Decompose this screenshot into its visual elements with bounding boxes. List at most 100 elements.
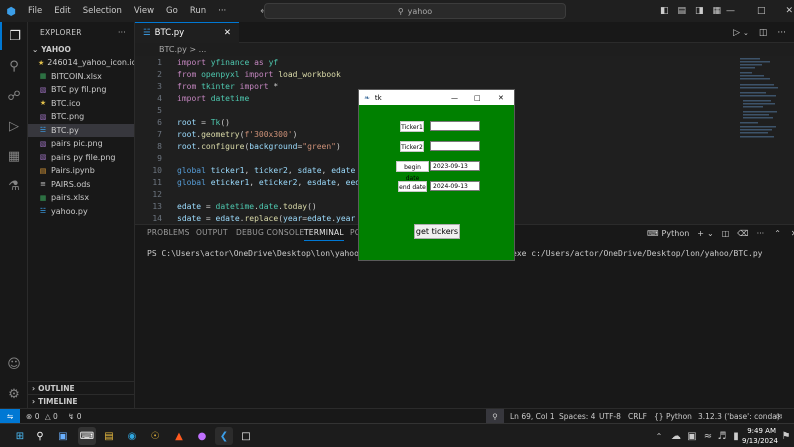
document-app-icon[interactable]: □ bbox=[237, 427, 255, 445]
minimap[interactable] bbox=[735, 56, 794, 224]
menu-edit[interactable]: Edit bbox=[48, 0, 76, 22]
app-icon[interactable]: ● bbox=[193, 427, 211, 445]
split-terminal-icon[interactable]: ◫ bbox=[722, 229, 730, 238]
file-item[interactable]: ☱ yahoo.py bbox=[28, 205, 134, 219]
source-control-icon[interactable]: ☍ bbox=[0, 82, 28, 110]
kill-terminal-icon[interactable]: ⌫ bbox=[737, 229, 748, 238]
tk-title-bar[interactable]: ❧ tk — □ ✕ bbox=[359, 90, 514, 105]
toggle-secondary-sidebar-icon[interactable]: ◨ bbox=[695, 6, 704, 16]
folder-yahoo[interactable]: ⌄ YAHOO bbox=[28, 42, 134, 56]
edge-browser-icon[interactable]: ◉ bbox=[123, 427, 141, 445]
account-icon[interactable]: ☺ bbox=[0, 350, 28, 378]
breadcrumb[interactable]: BTC.py > ... bbox=[135, 43, 735, 56]
run-debug-icon[interactable]: ▷ bbox=[0, 112, 28, 140]
begin-date-entry[interactable]: 2023-09-13 bbox=[430, 161, 480, 171]
terminal-dropdown-icon[interactable]: ⌄ bbox=[707, 229, 714, 238]
split-editor-icon[interactable]: ◫ bbox=[759, 28, 768, 38]
notification-bell-icon[interactable]: ⚑ bbox=[777, 427, 794, 445]
more-actions-icon[interactable]: ··· bbox=[118, 28, 126, 37]
tray-overflow-icon[interactable]: ⌃ bbox=[650, 427, 668, 445]
line-ending[interactable]: CRLF bbox=[628, 409, 647, 424]
ticker1-entry[interactable] bbox=[430, 121, 480, 131]
file-item[interactable]: ▤ Pairs.ipynb bbox=[28, 164, 134, 178]
run-dropdown-icon[interactable]: ⌄ bbox=[743, 29, 749, 37]
windows-start-icon[interactable]: ⊞ bbox=[11, 427, 29, 445]
extensions-icon[interactable]: ▦ bbox=[0, 142, 28, 170]
language-mode[interactable]: {} Python bbox=[654, 409, 692, 424]
menu-run[interactable]: Run bbox=[184, 0, 212, 22]
notifications-icon[interactable]: ✉ bbox=[776, 409, 782, 424]
timeline-section[interactable]: › TIMELINE bbox=[28, 394, 135, 407]
terminal-output-left[interactable]: PS C:\Users\actor\OneDrive\Desktop\lon\y… bbox=[147, 249, 373, 258]
terminal-shell-label[interactable]: Python bbox=[662, 229, 690, 238]
command-center-search[interactable]: ⚲ yahoo bbox=[264, 3, 566, 19]
code-text: root.geometry(f'300x300') bbox=[177, 130, 298, 139]
menu-more[interactable]: ··· bbox=[212, 0, 232, 22]
toggle-panel-icon[interactable]: ▤ bbox=[678, 6, 687, 16]
indentation[interactable]: Spaces: 4 bbox=[559, 409, 595, 424]
tk-maximize-icon[interactable]: □ bbox=[474, 94, 481, 102]
file-item[interactable]: ★ 246014_yahoo_icon.ico bbox=[28, 56, 134, 70]
end-date-entry[interactable]: 2024-09-13 bbox=[430, 181, 480, 191]
search-icon[interactable]: ⚲ bbox=[0, 52, 28, 80]
file-explorer-icon[interactable]: ▤ bbox=[100, 427, 118, 445]
terminal-app-icon[interactable]: ⌨ bbox=[78, 427, 96, 445]
ticker2-entry[interactable] bbox=[430, 141, 480, 151]
file-item[interactable]: ▧ BTC.png bbox=[28, 110, 134, 124]
file-item[interactable]: ▧ BTC py fil.png bbox=[28, 83, 134, 97]
vscode-taskbar-icon[interactable]: ❮ bbox=[215, 427, 233, 445]
cursor-position[interactable]: Ln 69, Col 1 bbox=[510, 409, 555, 424]
explorer-icon[interactable]: ❐ bbox=[0, 22, 28, 50]
tab-problems[interactable]: PROBLEMS bbox=[147, 225, 190, 241]
file-item[interactable]: ▦ pairs.xlsx bbox=[28, 191, 134, 205]
close-icon[interactable]: ✕ bbox=[786, 6, 794, 16]
tab-debug-console[interactable]: DEBUG CONSOLE bbox=[236, 225, 304, 241]
menu-selection[interactable]: Selection bbox=[77, 0, 128, 22]
menu-go[interactable]: Go bbox=[160, 0, 184, 22]
line-number: 2 bbox=[157, 70, 162, 79]
more-actions-icon[interactable]: ··· bbox=[777, 28, 786, 38]
terminal-output-right[interactable]: exe c:/Users/actor/OneDrive/Desktop/lon/… bbox=[512, 249, 762, 258]
code-line[interactable]: 1 import yfinance as yf bbox=[135, 57, 735, 69]
tab-terminal[interactable]: TERMINAL bbox=[304, 225, 344, 241]
remote-icon[interactable]: ⇋ bbox=[0, 409, 20, 424]
more-actions-icon[interactable]: ··· bbox=[757, 229, 765, 238]
new-terminal-icon[interactable]: + bbox=[697, 229, 704, 238]
python-interpreter[interactable]: 3.12.3 ('base': conda) bbox=[698, 409, 780, 424]
file-item[interactable]: ▧ pairs py file.png bbox=[28, 151, 134, 165]
clock-time: 9:49 AM bbox=[747, 427, 776, 435]
tab-btc-py[interactable]: ☱ BTC.py ✕ bbox=[135, 22, 239, 43]
ports-status[interactable]: ↯ 0 bbox=[68, 409, 81, 424]
tk-close-icon[interactable]: ✕ bbox=[498, 94, 504, 102]
file-item[interactable]: ▧ pairs pic.png bbox=[28, 137, 134, 151]
search-icon[interactable]: ⚲ bbox=[31, 427, 49, 445]
chrome-browser-icon[interactable]: ☉ bbox=[146, 427, 164, 445]
menu-file[interactable]: File bbox=[22, 0, 48, 22]
customize-layout-icon[interactable]: ▦ bbox=[713, 6, 722, 16]
file-item[interactable]: ★ BTC.ico bbox=[28, 97, 134, 111]
tk-minimize-icon[interactable]: — bbox=[451, 94, 458, 102]
encoding[interactable]: UTF-8 bbox=[599, 409, 621, 424]
settings-gear-icon[interactable]: ⚙ bbox=[0, 380, 28, 408]
file-item[interactable]: ≡ PAIRS.ods bbox=[28, 178, 134, 192]
zoom-icon[interactable]: ⚲ bbox=[486, 409, 504, 424]
tab-output[interactable]: OUTPUT bbox=[196, 225, 228, 241]
testing-icon[interactable]: ⚗ bbox=[0, 172, 28, 200]
menu-view[interactable]: View bbox=[128, 0, 160, 22]
clock[interactable]: 9:49 AM 9/13/2024 bbox=[742, 426, 778, 446]
problems-status[interactable]: ⊗ 0 △ 0 bbox=[26, 409, 58, 424]
brave-browser-icon[interactable]: ▲ bbox=[170, 427, 188, 445]
close-tab-icon[interactable]: ✕ bbox=[224, 28, 231, 38]
toggle-sidebar-icon[interactable]: ◧ bbox=[660, 6, 669, 16]
star-icon: ★ bbox=[38, 58, 45, 67]
run-python-icon[interactable]: ▷ bbox=[733, 28, 740, 38]
file-item[interactable]: ▦ BITCOIN.xlsx bbox=[28, 70, 134, 84]
file-item[interactable]: ☱ BTC.py bbox=[28, 123, 134, 137]
maximize-panel-icon[interactable]: ⌃ bbox=[774, 229, 781, 238]
minimize-icon[interactable]: — bbox=[726, 6, 735, 16]
task-view-icon[interactable]: ▣ bbox=[54, 427, 72, 445]
outline-section[interactable]: › OUTLINE bbox=[28, 381, 135, 394]
get-tickers-button[interactable]: get tickers bbox=[414, 224, 460, 239]
code-line[interactable]: 2 from openpyxl import load_workbook bbox=[135, 69, 735, 81]
restore-icon[interactable]: □ bbox=[757, 6, 766, 16]
